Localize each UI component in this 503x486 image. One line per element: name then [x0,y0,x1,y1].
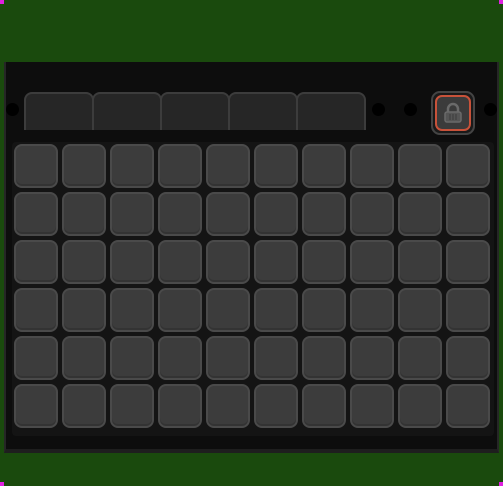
inventory-slot[interactable] [110,240,154,284]
inventory-slot[interactable] [110,336,154,380]
inventory-slot[interactable] [350,144,394,188]
corner-marker [0,482,4,486]
inventory-panel [4,62,499,453]
corner-marker [499,482,503,486]
inventory-slot[interactable] [446,384,490,428]
inventory-slot[interactable] [14,240,58,284]
inventory-slot[interactable] [302,240,346,284]
inventory-slot[interactable] [158,144,202,188]
inventory-slot[interactable] [62,384,106,428]
inventory-slot[interactable] [206,384,250,428]
inventory-slot[interactable] [350,288,394,332]
tab-2[interactable] [92,92,162,130]
inventory-slot[interactable] [110,144,154,188]
inventory-slot[interactable] [254,288,298,332]
inventory-slot[interactable] [350,240,394,284]
inventory-slot[interactable] [206,144,250,188]
inventory-slot[interactable] [446,240,490,284]
tab-bar [6,88,497,135]
inventory-slot[interactable] [254,384,298,428]
inventory-slot[interactable] [302,336,346,380]
inventory-slot[interactable] [254,240,298,284]
lock-icon [444,102,462,123]
inventory-slot[interactable] [398,384,442,428]
inventory-slot[interactable] [302,384,346,428]
inventory-slot[interactable] [158,384,202,428]
tab-5[interactable] [296,92,366,130]
corner-marker [499,0,503,4]
inventory-slot[interactable] [398,288,442,332]
inventory-slot[interactable] [398,192,442,236]
inventory-slot[interactable] [350,384,394,428]
game-screen: { "colors": { "background": "#1a4a0d", "… [0,0,503,486]
inventory-slot[interactable] [254,144,298,188]
inventory-slot[interactable] [398,144,442,188]
corner-marker [0,0,4,4]
inventory-slot[interactable] [14,384,58,428]
inventory-slot[interactable] [446,288,490,332]
tab-4[interactable] [228,92,298,130]
inventory-slot[interactable] [14,144,58,188]
bar-dot [372,103,385,116]
tab-3[interactable] [160,92,230,130]
inventory-slot[interactable] [62,144,106,188]
inventory-slot[interactable] [302,288,346,332]
bar-dot [404,103,417,116]
lock-button-face [435,95,471,131]
inventory-slot[interactable] [206,336,250,380]
inventory-slot[interactable] [14,192,58,236]
inventory-slot[interactable] [206,288,250,332]
inventory-slot[interactable] [110,192,154,236]
lock-button[interactable] [431,91,475,135]
inventory-slot[interactable] [302,192,346,236]
inventory-slot[interactable] [14,336,58,380]
inventory-slot[interactable] [158,240,202,284]
inventory-slot[interactable] [62,240,106,284]
bar-dot [484,103,497,116]
inventory-slot[interactable] [110,288,154,332]
inventory-slot[interactable] [446,192,490,236]
inventory-slot[interactable] [398,336,442,380]
inventory-grid [14,144,490,428]
inventory-slot[interactable] [158,336,202,380]
inventory-slot[interactable] [158,288,202,332]
inventory-slot[interactable] [350,192,394,236]
inventory-slot[interactable] [206,240,250,284]
inventory-slot[interactable] [254,336,298,380]
inventory-slot[interactable] [398,240,442,284]
inventory-slot[interactable] [62,192,106,236]
inventory-slot[interactable] [110,384,154,428]
inventory-slot[interactable] [158,192,202,236]
tab-1[interactable] [24,92,94,130]
inventory-slot[interactable] [446,144,490,188]
inventory-slot[interactable] [446,336,490,380]
inventory-slot[interactable] [350,336,394,380]
inventory-slot[interactable] [254,192,298,236]
inventory-slot[interactable] [302,144,346,188]
inventory-slot[interactable] [14,288,58,332]
bar-dot [6,103,19,116]
inventory-slot[interactable] [62,336,106,380]
inventory-slot[interactable] [62,288,106,332]
inventory-slot[interactable] [206,192,250,236]
